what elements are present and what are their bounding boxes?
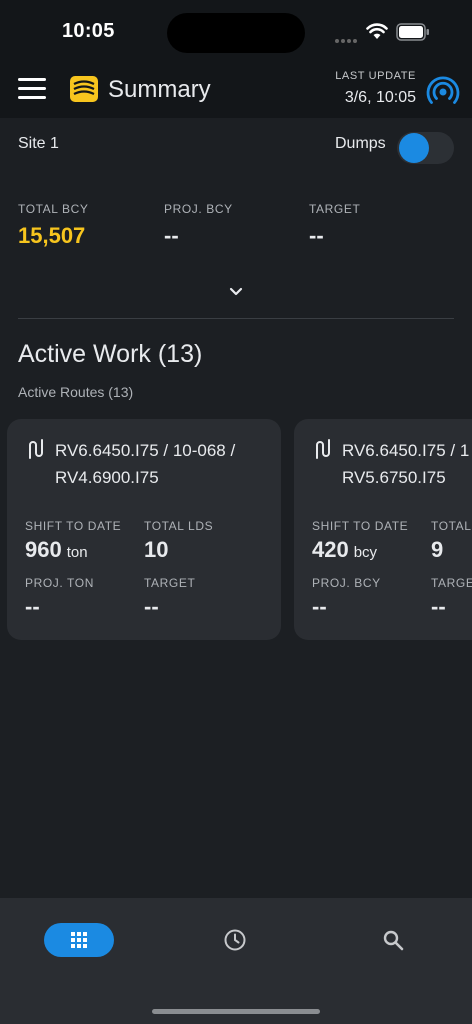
stat-label: TARGET [309,202,361,216]
route-card[interactable]: RV6.6450.I75 / 1 RV5.6750.I75 SHIFT TO D… [294,419,472,640]
battery-icon [396,23,429,41]
dumps-toggle[interactable] [397,132,454,164]
stat-value: -- [164,223,179,248]
route-icon [316,439,330,459]
menu-icon[interactable] [18,78,46,100]
nav-summary-button[interactable] [44,923,114,957]
shift-to-date-label: SHIFT TO DATE [312,519,409,533]
stat-total-bcy: TOTAL BCY 15,507 [18,202,89,249]
target-label: TARGE [431,576,472,590]
stat-value: 15,507 [18,223,86,248]
total-loads-value: 10 [144,537,169,562]
total-loads-label: TOTAL LDS [144,519,214,533]
target-value: -- [144,594,159,619]
route-name-line1: RV6.6450.I75 / 10-068 / [55,441,236,460]
shift-to-date-label: SHIFT TO DATE [25,519,122,533]
total-loads-value: 9 [431,537,444,562]
shift-to-date-value: 420 bcy [312,537,378,562]
status-time: 10:05 [62,20,115,42]
main-content: Site 1 Dumps TOTAL BCY 15,507 PROJ. BCY … [0,118,472,898]
status-bar: 10:05 [0,0,472,62]
wifi-icon [366,23,388,39]
active-routes-subtitle: Active Routes (13) [18,384,134,400]
total-loads-label: TOTAL [431,519,472,533]
last-update-value: 3/6, 10:05 [344,89,416,106]
proj-label: PROJ. TON [25,576,94,590]
route-name: RV6.6450.I75 / 1 RV5.6750.I75 [342,437,472,491]
route-card[interactable]: RV6.6450.I75 / 10-068 / RV4.6900.I75 SHI… [7,419,281,640]
dynamic-island [167,13,305,53]
shift-to-date-value: 960 ton [25,537,88,562]
target-label: TARGET [144,576,196,590]
history-icon[interactable] [223,928,247,952]
stat-label: TOTAL BCY [18,202,89,216]
chevron-down-icon[interactable] [228,286,244,298]
divider [18,318,454,319]
app-header: Summary LAST UPDATE 3/6, 10:05 [0,62,472,118]
route-cards-carousel[interactable]: RV6.6450.I75 / 10-068 / RV4.6900.I75 SHI… [7,419,472,641]
grid-icon [71,932,87,948]
app-logo-icon [70,76,98,102]
dumps-label: Dumps [335,135,386,152]
stat-value: -- [309,223,324,248]
route-icon [29,439,43,459]
route-name-line2: RV5.6750.I75 [342,468,446,487]
proj-value: -- [25,594,40,619]
stat-target: TARGET -- [309,202,360,249]
shift-unit: ton [66,544,88,561]
broadcast-icon[interactable] [425,76,461,106]
proj-value: -- [312,594,327,619]
screen: 10:05 Summary LAST UPDATE 3/6, 10:05 Sit… [0,0,472,1024]
active-work-title: Active Work (13) [18,340,203,368]
cellular-signal-icon [335,30,359,48]
stat-proj-bcy: PROJ. BCY -- [164,202,233,249]
proj-label: PROJ. BCY [312,576,381,590]
search-icon[interactable] [381,928,405,952]
home-indicator [152,1009,320,1014]
last-update-label: LAST UPDATE [335,70,416,82]
shift-unit: bcy [353,544,378,561]
route-name: RV6.6450.I75 / 10-068 / RV4.6900.I75 [55,437,265,491]
page-title: Summary [108,76,211,103]
bottom-nav [0,898,472,1024]
route-name-line2: RV4.6900.I75 [55,468,159,487]
route-name-line1: RV6.6450.I75 / 1 [342,441,470,460]
target-value: -- [431,594,446,619]
toggle-knob [399,133,429,163]
stat-label: PROJ. BCY [164,202,233,216]
site-name[interactable]: Site 1 [18,135,59,153]
